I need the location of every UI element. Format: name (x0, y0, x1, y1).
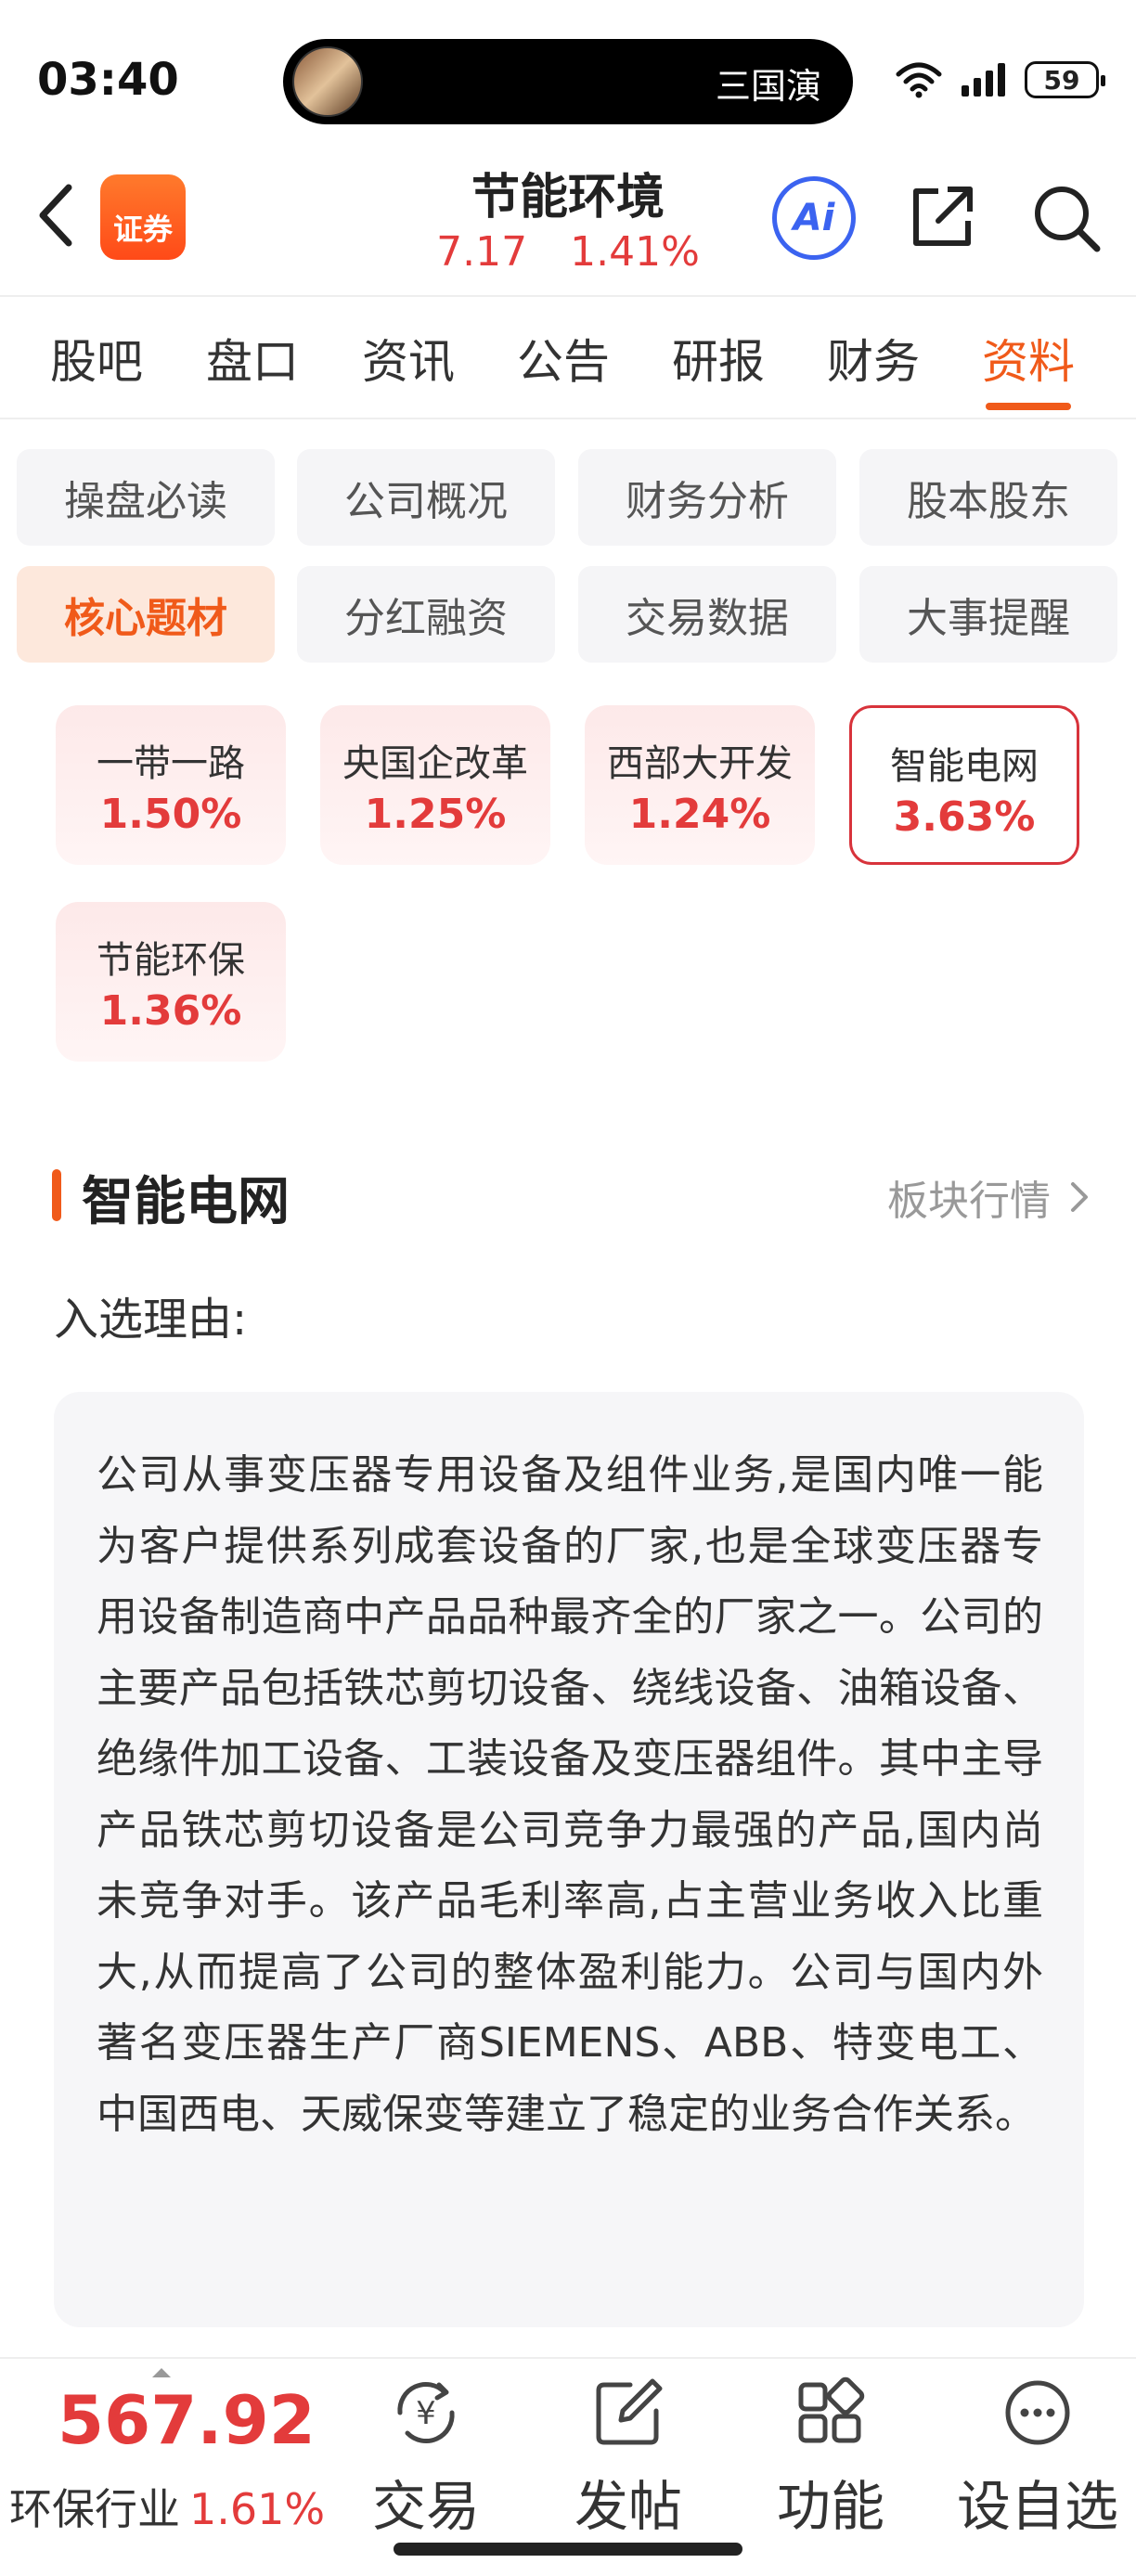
concept-change: 1.25% (364, 791, 507, 838)
industry-change: 1.61% (189, 2484, 326, 2534)
nav-trade-button[interactable]: ¥ 交易 (338, 2374, 514, 2559)
stock-price: 7.17 (436, 228, 528, 276)
island-text: 三国演 (715, 66, 821, 107)
battery-icon: 59 (1025, 61, 1105, 98)
tab-finance[interactable]: 财务 (827, 325, 920, 392)
dynamic-island[interactable]: 三国演 (283, 39, 853, 124)
reason-text: 公司从事变压器专用设备及组件业务,是国内唯一能为客户提供系列成套设备的厂家,也是… (54, 1392, 1084, 2327)
submenu-company-overview[interactable]: 公司概况 (297, 449, 555, 546)
concept-change: 1.36% (99, 987, 242, 1035)
sector-market-link[interactable]: 板块行情 (887, 1167, 1090, 1227)
concept-name: 一带一路 (97, 742, 245, 785)
industry-name: 环保行业 (9, 2484, 180, 2534)
concept-card[interactable]: 一带一路 1.50% (56, 705, 286, 865)
caret-up-icon[interactable] (152, 2368, 171, 2377)
tab-guba[interactable]: 股吧 (50, 325, 143, 392)
edit-icon (596, 2378, 663, 2445)
nav-post-button[interactable]: 发帖 (540, 2374, 716, 2559)
home-indicator[interactable] (394, 2543, 742, 2556)
share-icon[interactable] (905, 180, 979, 254)
nav-functions-button[interactable]: 功能 (742, 2374, 919, 2559)
tab-pankou[interactable]: 盘口 (206, 325, 299, 392)
status-time: 03:40 (37, 54, 179, 106)
ai-assistant-button[interactable]: Ai (772, 176, 856, 260)
reason-label: 入选理由: (54, 1294, 248, 1346)
tab-news[interactable]: 资讯 (362, 325, 455, 392)
active-tab-indicator (986, 403, 1071, 410)
industry-index-name[interactable]: 环保行业 1.61% (9, 2476, 325, 2537)
concept-card[interactable]: 西部大开发 1.24% (585, 705, 815, 865)
signal-icon (962, 63, 1005, 97)
chevron-right-icon (1071, 1182, 1088, 1212)
tab-research[interactable]: 研报 (672, 325, 765, 392)
search-icon[interactable] (1028, 180, 1103, 254)
nav-trade-label: 交易 (371, 2475, 480, 2538)
concept-change: 1.50% (99, 791, 242, 838)
concept-name: 节能环保 (97, 939, 245, 982)
concept-change: 1.24% (628, 791, 771, 838)
submenu-shareholders[interactable]: 股本股东 (859, 449, 1117, 546)
nav-add-watchlist-label: 设自选 (956, 2475, 1118, 2538)
wifi-icon (896, 62, 942, 98)
concept-change: 3.63% (893, 793, 1036, 841)
nav-functions-label: 功能 (776, 2475, 884, 2538)
svg-text:¥: ¥ (416, 2395, 436, 2432)
concept-name: 智能电网 (890, 745, 1039, 788)
industry-index-value[interactable]: 567.92 (58, 2381, 316, 2459)
submenu-trading-guide[interactable]: 操盘必读 (17, 449, 275, 546)
more-icon (1005, 2380, 1070, 2445)
submenu-dividends[interactable]: 分红融资 (297, 566, 555, 663)
submenu-financial-analysis[interactable]: 财务分析 (578, 449, 836, 546)
section-accent-bar (52, 1169, 61, 1221)
status-icons: 59 (895, 61, 1105, 98)
submenu-trading-data[interactable]: 交易数据 (578, 566, 836, 663)
main-tabs: 股吧 盘口 资讯 公告 研报 财务 资料 (0, 299, 1136, 419)
yen-refresh-icon: ¥ (397, 2381, 455, 2444)
section-title: 智能电网 (82, 1172, 290, 1232)
stock-change: 1.41% (570, 228, 700, 276)
submenu-core-themes[interactable]: 核心题材 (17, 566, 275, 663)
concept-card[interactable]: 节能环保 1.36% (56, 902, 286, 1062)
tab-profile[interactable]: 资料 (982, 325, 1075, 392)
concept-card[interactable]: 央国企改革 1.25% (320, 705, 550, 865)
sector-market-link-label: 板块行情 (887, 1178, 1051, 1225)
stock-header: 证券 节能环境 7.17 1.41% Ai (0, 148, 1136, 297)
nav-add-watchlist-button[interactable]: 设自选 (945, 2374, 1130, 2559)
grid-icon (798, 2376, 865, 2443)
concept-name: 央国企改革 (342, 742, 528, 785)
submenu-events[interactable]: 大事提醒 (859, 566, 1117, 663)
status-bar: 03:40 三国演 59 (0, 0, 1136, 148)
tab-announcements[interactable]: 公告 (517, 325, 610, 392)
concept-name: 西部大开发 (607, 742, 793, 785)
island-thumbnail (292, 46, 363, 117)
concept-card-selected[interactable]: 智能电网 3.63% (849, 705, 1079, 865)
nav-post-label: 发帖 (574, 2475, 682, 2538)
